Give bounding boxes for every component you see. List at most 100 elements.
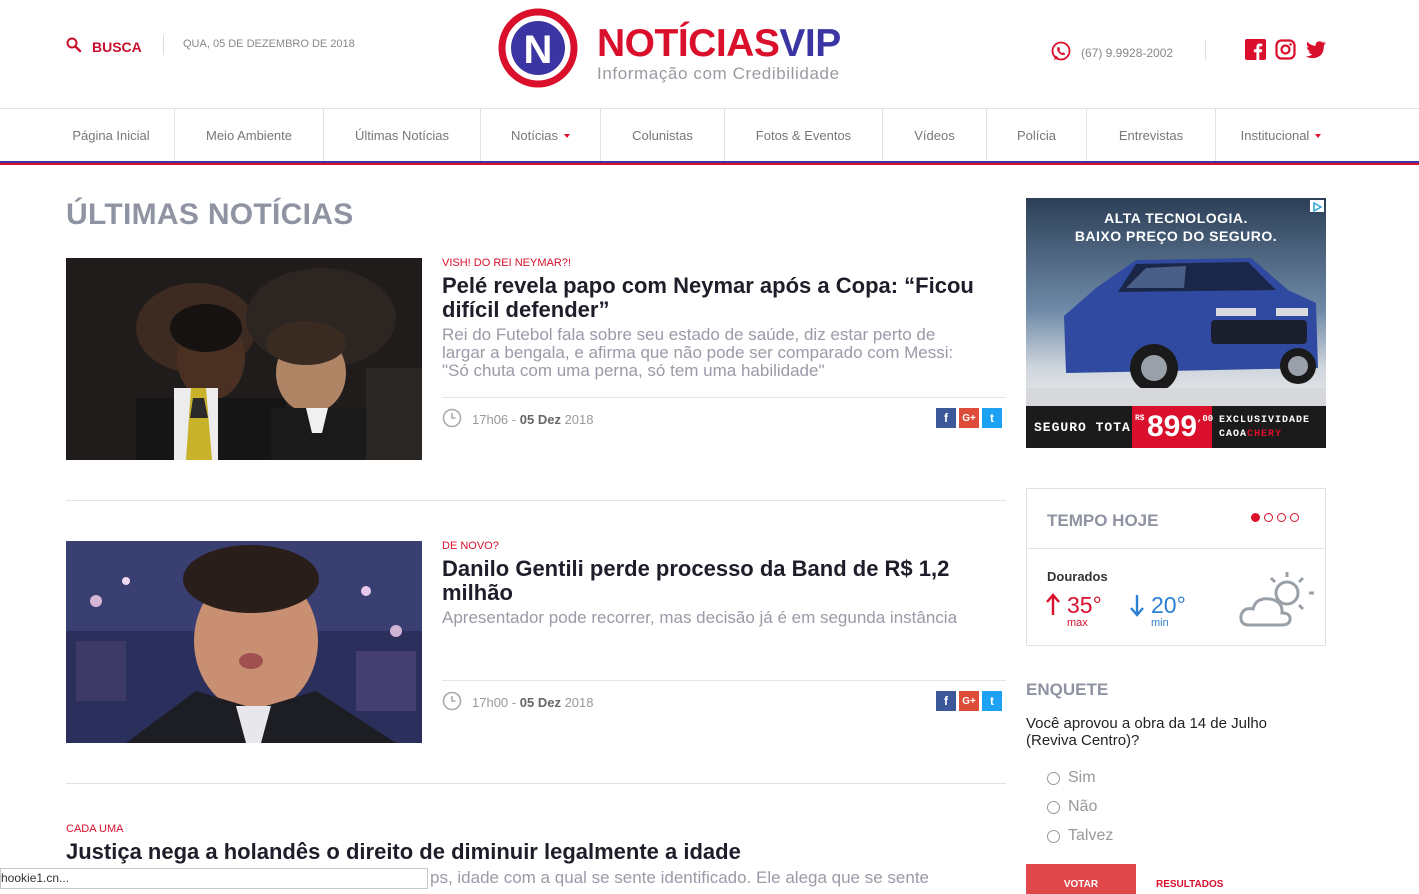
whatsapp-icon [1050,40,1072,65]
ad-price-bar: SEGURO TOTAL R$ 899 ,00 EXCLUSIVIDADE CA… [1026,406,1326,448]
article-meta-divider [442,397,1006,398]
share-google-icon[interactable]: G+ [959,408,979,428]
poll-option[interactable]: Talvez [1047,827,1113,845]
header-divider-2 [1205,40,1206,60]
nav-item-videos[interactable]: Vídeos [883,109,987,161]
article-title[interactable]: Pelé revela papo com Neymar após a Copa:… [442,274,982,322]
nav-item-label: Entrevistas [1118,127,1184,143]
instagram-icon[interactable] [1275,39,1296,65]
logo-title-part2: VIP [779,22,841,65]
section-title: ÚLTIMAS NOTÍCIAS [66,198,354,231]
ad-right-text2: CAOA [1219,429,1248,440]
nav-item-noticias[interactable]: Notícias [481,109,601,161]
nav-item-policia[interactable]: Polícia [987,109,1087,161]
ad-cents: ,00 [1197,414,1214,424]
article-kicker: DE NOVO? [442,540,499,552]
ad-price: 899 [1147,410,1198,443]
share-facebook-icon[interactable]: f [936,408,956,428]
main-nav: Página Inicial Meio Ambiente Últimas Not… [48,109,1419,161]
weather-carousel-dots [1251,513,1299,522]
nav-item-colunistas[interactable]: Colunistas [601,109,725,161]
ad-right-text1: EXCLUSIVIDADE [1219,415,1311,426]
nav-item-ultimas-noticias[interactable]: Últimas Notícias [324,109,481,161]
facebook-icon[interactable] [1245,39,1266,65]
article-divider [66,783,1006,784]
nav-item-entrevistas[interactable]: Entrevistas [1087,109,1216,161]
nav-item-label: Institucional [1240,127,1310,143]
article-year: 2018 [564,412,594,427]
social-links [1245,39,1327,65]
carousel-dot[interactable] [1264,513,1273,522]
nav-item-institucional[interactable]: Institucional [1216,109,1346,161]
phone-number: (67) 9.9928-2002 [1081,45,1174,60]
min-label: min [1151,617,1169,629]
article-time: 17h00 [472,695,509,710]
ad-price-box: R$ 899 ,00 [1132,406,1214,448]
article-image[interactable] [66,258,422,460]
article-meta: 17h00 - 05 Dez 2018 [442,691,594,714]
share-facebook-icon[interactable]: f [936,691,956,711]
meta-separator: - [511,695,517,710]
clock-icon [442,408,462,431]
weather-widget: TEMPO HOJE Dourados 35° max 20° min [1026,488,1326,646]
nav-item-meio-ambiente[interactable]: Meio Ambiente [175,109,324,161]
carousel-dot[interactable] [1277,513,1286,522]
carousel-dot[interactable] [1251,513,1260,522]
twitter-icon[interactable] [1305,39,1327,65]
poll-option-label: Talvez [1068,827,1114,844]
article-summary: Apresentador pode recorrer, mas decisão … [442,608,958,627]
adchoices-icon[interactable] [1310,200,1324,213]
whatsapp-contact[interactable]: (67) 9.9928-2002 [1050,40,1173,65]
nav-item-label: Últimas Notícias [355,127,449,143]
logo-tagline: Informação com Credibilidade [597,64,840,83]
radio-button[interactable] [1047,800,1060,814]
logo-letter: N [524,28,553,72]
carousel-dot[interactable] [1290,513,1299,522]
logo-title[interactable]: NOTÍCIASVIP [597,22,841,66]
share-twitter-icon[interactable]: t [982,691,1002,711]
logo[interactable]: N [497,7,579,94]
site-header: BUSCA QUA, 05 DE DEZEMBRO DE 2018 N NOTÍ… [0,0,1419,109]
weather-city: Dourados [1047,569,1108,584]
share-buttons: f G+ t [936,408,1002,428]
poll-option[interactable]: Não [1047,798,1097,816]
max-temp: 35° [1067,592,1102,618]
share-twitter-icon[interactable]: t [982,408,1002,428]
article-image[interactable] [66,541,422,743]
article-title[interactable]: Justiça nega a holandês o direito de dim… [66,840,1006,864]
min-temp: 20° [1151,592,1186,618]
article-meta-divider [442,680,1006,681]
meta-separator: - [511,412,517,427]
search-label: BUSCA [92,38,142,55]
results-link[interactable]: RESULTADOS [1156,879,1223,890]
nav-item-pagina-inicial[interactable]: Página Inicial [48,109,175,161]
article-year: 2018 [564,695,594,710]
article-day: 05 Dez [519,412,561,427]
advertisement-banner[interactable]: ALTA TECNOLOGIA. BAIXO PREÇO DO SEGURO. … [1026,198,1326,448]
weather-min: 20° min [1129,593,1186,629]
nav-item-label: Polícia [1016,127,1057,143]
logo-title-part1: NOTÍCIAS [597,22,780,65]
vote-button[interactable]: VOTAR [1026,864,1136,894]
article-kicker: VISH! DO REI NEYMAR?! [442,257,571,269]
poll-option-label: Não [1068,798,1098,815]
article-time: 17h06 [472,412,509,427]
poll-option[interactable]: Sim [1047,769,1096,787]
poll-question: Você aprovou a obra da 14 de Julho (Revi… [1026,715,1268,749]
ad-left-text: SEGURO TOTAL [1034,420,1140,435]
article-summary: Rei do Futebol fala sobre seu estado de … [442,325,954,380]
article-summary: ps, idade com a qual se sente identifica… [430,868,930,887]
article-title[interactable]: Danilo Gentili perde processo da Band de… [442,557,1002,605]
radio-button[interactable] [1047,771,1060,785]
search-icon [66,37,82,56]
radio-button[interactable] [1047,829,1060,843]
poll-title: ENQUETE [1026,680,1109,699]
nav-item-fotos-eventos[interactable]: Fotos & Eventos [725,109,883,161]
share-buttons: f G+ t [936,691,1002,711]
share-google-icon[interactable]: G+ [959,691,979,711]
search-button[interactable]: BUSCA [66,37,142,56]
ad-right-text3: CHERY [1247,429,1283,440]
partly-cloudy-icon [1237,569,1317,636]
arrow-up-icon [1045,593,1061,622]
arrow-down-icon [1129,593,1145,622]
